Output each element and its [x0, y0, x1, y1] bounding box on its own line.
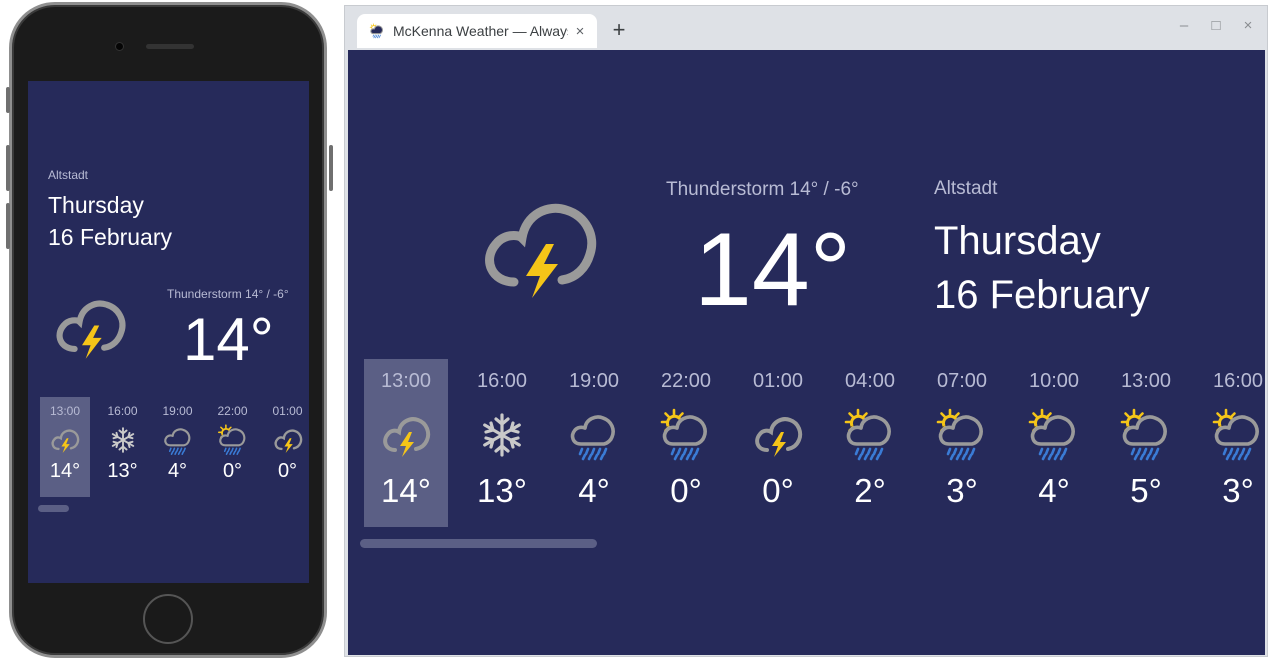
location-label: Altstadt	[934, 178, 998, 199]
day-label: Thursday	[934, 219, 1101, 263]
hourly-scrollbar[interactable]	[360, 539, 597, 548]
hour-temp: 0°	[762, 472, 794, 509]
hour-item[interactable]: 19:00 4°	[150, 397, 205, 497]
thunderstorm-icon	[485, 203, 597, 298]
location-label: Altstadt	[48, 168, 89, 182]
thunderstorm-icon	[48, 424, 82, 456]
hourly-scrollbar[interactable]	[38, 505, 69, 512]
sun-rain-icon	[216, 424, 250, 456]
hour-temp: 0°	[670, 472, 702, 509]
hour-item[interactable]: 01:00 0°	[732, 359, 824, 527]
thunderstorm-icon	[378, 408, 434, 462]
rain-icon	[161, 424, 195, 456]
hour-temp: 4°	[167, 460, 188, 482]
hour-temp: 0°	[277, 460, 298, 482]
minimize-button[interactable]: –	[1172, 14, 1196, 38]
sun-rain-icon	[1026, 408, 1082, 462]
hour-temp: 14°	[49, 460, 81, 482]
date-heading: Thursday 16 February	[934, 214, 1150, 322]
tab-close-button[interactable]: ×	[570, 23, 590, 40]
hour-temp: 13°	[107, 460, 138, 482]
phone-screen: Altstadt Thursday 16 February Thundersto…	[28, 81, 309, 583]
date-label: 16 February	[48, 224, 173, 250]
current-temperature: 14°	[183, 306, 274, 373]
hour-temp: 5°	[1130, 472, 1162, 509]
hour-time: 19:00	[162, 404, 193, 418]
hour-time: 16:00	[1212, 370, 1264, 392]
hour-item[interactable]: 07:00 3°	[916, 359, 1008, 527]
phone-power-button	[329, 145, 333, 191]
day-label: Thursday	[48, 192, 144, 218]
hour-time: 22:00	[217, 404, 248, 418]
hour-time: 13:00	[380, 370, 432, 392]
hour-item[interactable]: 19:00 4°	[548, 359, 640, 527]
sun-rain-icon	[1210, 408, 1265, 462]
phone-frame: Altstadt Thursday 16 February Thundersto…	[6, 2, 333, 658]
tab-title: McKenna Weather — Always	[393, 23, 568, 39]
condition-summary: Thunderstorm 14° / -6°	[167, 287, 289, 301]
hour-time: 01:00	[752, 370, 804, 392]
sun-rain-icon	[842, 408, 898, 462]
sun-rain-icon	[369, 23, 385, 39]
condition-summary: Thunderstorm 14° / -6°	[666, 179, 859, 200]
hour-temp: 13°	[477, 472, 527, 509]
date-label: 16 February	[934, 273, 1150, 317]
hourly-forecast-strip[interactable]: 13:00 14° 16:00 13° 19:00 4° 22:00 0° 01…	[364, 359, 1265, 527]
hour-time: 01:00	[272, 404, 303, 418]
maximize-button[interactable]: □	[1204, 14, 1228, 38]
hour-time: 19:00	[568, 370, 620, 392]
hour-item[interactable]: 13:00 14°	[40, 397, 90, 497]
hour-temp: 4°	[1038, 472, 1070, 509]
browser-window: McKenna Weather — Always × + – □ × Thund…	[344, 5, 1268, 657]
current-temperature: 14°	[694, 212, 852, 328]
hour-time: 04:00	[844, 370, 896, 392]
phone-mute-switch	[6, 87, 10, 113]
hour-item[interactable]: 13:00 5°	[1100, 359, 1192, 527]
hour-time: 10:00	[1028, 370, 1080, 392]
close-window-button[interactable]: ×	[1236, 14, 1260, 38]
hour-item[interactable]: 22:00 0°	[640, 359, 732, 527]
hour-time: 13:00	[49, 404, 81, 418]
hour-temp: 3°	[1222, 472, 1254, 509]
thunderstorm-icon	[56, 300, 126, 359]
snow-icon	[474, 408, 530, 462]
phone-volume-up-button	[6, 145, 10, 191]
hour-item[interactable]: 16:00 13°	[456, 359, 548, 527]
phone-home-button[interactable]	[143, 594, 193, 644]
hour-item[interactable]: 13:00 14°	[364, 359, 448, 527]
hour-temp: 3°	[946, 472, 978, 509]
weather-page: Thunderstorm 14° / -6° 14° Altstadt Thur…	[348, 50, 1265, 655]
phone-camera	[116, 43, 123, 50]
hour-temp: 14°	[381, 472, 431, 509]
date-heading: Thursday 16 February	[48, 189, 172, 253]
sun-rain-icon	[934, 408, 990, 462]
hour-temp: 2°	[854, 472, 886, 509]
hour-time: 22:00	[660, 370, 712, 392]
hour-item[interactable]: 22:00 0°	[205, 397, 260, 497]
hour-time: 16:00	[476, 370, 528, 392]
new-tab-button[interactable]: +	[607, 16, 631, 44]
sun-rain-icon	[1118, 408, 1174, 462]
hour-item[interactable]: 16:00 3°	[1192, 359, 1265, 527]
hourly-forecast-strip[interactable]: 13:00 14° 16:00 13° 19:00 4° 22:00 0° 01…	[40, 397, 309, 497]
snow-icon	[106, 424, 140, 456]
phone-speaker	[146, 44, 194, 49]
hour-temp: 4°	[578, 472, 610, 509]
hour-time: 16:00	[107, 404, 138, 418]
hour-item[interactable]: 16:00 13°	[95, 397, 150, 497]
rain-icon	[566, 408, 622, 462]
hour-item[interactable]: 01:00 0°	[260, 397, 309, 497]
hour-time: 13:00	[1120, 370, 1172, 392]
browser-tab[interactable]: McKenna Weather — Always ×	[357, 14, 597, 48]
hour-item[interactable]: 10:00 4°	[1008, 359, 1100, 527]
hour-item[interactable]: 04:00 2°	[824, 359, 916, 527]
hour-temp: 0°	[222, 460, 243, 482]
thunderstorm-icon	[750, 408, 806, 462]
hour-time: 07:00	[936, 370, 988, 392]
phone-volume-down-button	[6, 203, 10, 249]
sun-rain-icon	[658, 408, 714, 462]
thunderstorm-icon	[271, 424, 305, 456]
